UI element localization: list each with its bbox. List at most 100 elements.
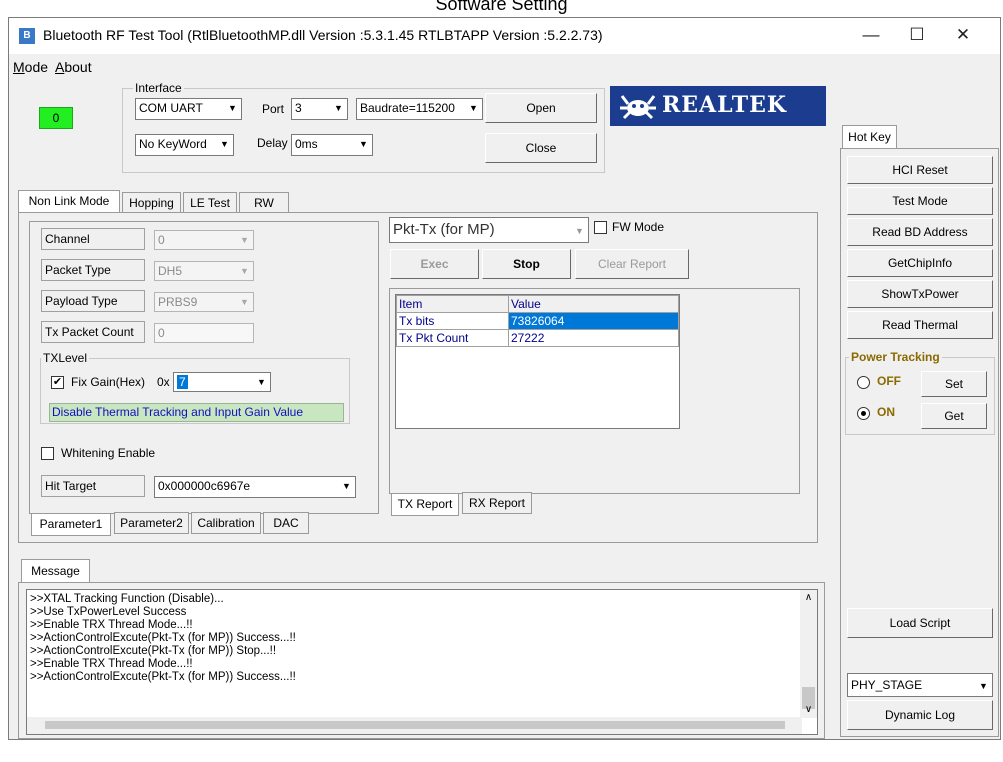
power-tracking-off-radio[interactable]	[857, 376, 870, 389]
tab-dac[interactable]: DAC	[263, 512, 309, 534]
hit-target-label: Hit Target	[41, 475, 145, 497]
clear-report-button[interactable]: Clear Report	[575, 249, 689, 279]
stage-value: PHY_STAGE	[851, 678, 923, 692]
close-window-button[interactable]: ✕	[940, 18, 986, 52]
dynamic-log-button[interactable]: Dynamic Log	[847, 700, 993, 730]
payload-type-select[interactable]: PRBS9 ▼	[154, 292, 254, 312]
message-log[interactable]: >>XTAL Tracking Function (Disable)... >>…	[26, 589, 818, 735]
fix-gain-label: Fix Gain(Hex)	[71, 375, 146, 389]
tab-parameter2[interactable]: Parameter2	[114, 512, 189, 534]
menu-mode[interactable]: Mode	[13, 59, 48, 75]
chevron-down-icon: ▼	[334, 103, 343, 113]
stage-select[interactable]: PHY_STAGE ▼	[847, 673, 993, 697]
hci-reset-button[interactable]: HCI Reset	[847, 156, 993, 184]
show-tx-power-button[interactable]: ShowTxPower	[847, 280, 993, 308]
tab-calibration[interactable]: Calibration	[191, 512, 261, 534]
tx-mode-value: Pkt-Tx (for MP)	[393, 221, 495, 238]
txlevel-group-title: TXLevel	[41, 351, 90, 365]
tab-le-test[interactable]: LE Test	[183, 192, 237, 212]
port-number-select[interactable]: 3 ▼	[291, 98, 348, 120]
log-line: >>ActionControlExcute(Pkt-Tx (for MP)) S…	[30, 632, 296, 644]
power-tracking-set-button[interactable]: Set	[921, 371, 987, 397]
fix-gain-prefix: 0x	[157, 375, 170, 389]
tx-mode-select[interactable]: Pkt-Tx (for MP) ▼	[389, 217, 589, 243]
packet-type-value: DH5	[158, 264, 183, 278]
h-scrollbar-thumb[interactable]	[45, 721, 785, 729]
tab-rw[interactable]: RW	[239, 192, 289, 212]
power-tracking-title: Power Tracking	[849, 350, 942, 364]
chevron-down-icon: ▼	[240, 297, 249, 307]
load-script-button[interactable]: Load Script	[847, 608, 993, 638]
channel-select[interactable]: 0 ▼	[154, 230, 254, 250]
chevron-down-icon: ▼	[240, 235, 249, 245]
keyword-value: No KeyWord	[139, 137, 207, 151]
tab-non-link-mode[interactable]: Non Link Mode	[18, 190, 120, 212]
table-header-row: Item Value	[396, 295, 679, 313]
tab-parameter1[interactable]: Parameter1	[31, 514, 111, 536]
chevron-down-icon: ▼	[979, 681, 988, 691]
message-horizontal-scrollbar[interactable]	[27, 717, 802, 734]
baudrate-select[interactable]: Baudrate=115200 ▼	[356, 98, 483, 120]
log-line: >>XTAL Tracking Function (Disable)...	[30, 593, 224, 605]
window-title: Bluetooth RF Test Tool (RtlBluetoothMP.d…	[43, 27, 603, 43]
port-type-value: COM UART	[139, 101, 203, 115]
maximize-button[interactable]: ☐	[894, 18, 940, 52]
power-tracking-get-button[interactable]: Get	[921, 403, 987, 429]
get-chip-info-button[interactable]: GetChipInfo	[847, 249, 993, 277]
tx-report-table: Item Value Tx bits 73826064 Tx Pkt Count…	[396, 295, 679, 347]
keyword-select[interactable]: No KeyWord ▼	[135, 134, 234, 156]
port-label: Port	[262, 102, 285, 116]
tab-rx-report[interactable]: RX Report	[462, 492, 532, 514]
table-row[interactable]: Tx bits 73826064	[396, 312, 679, 330]
app-icon: B	[19, 28, 35, 44]
title-bar[interactable]: B Bluetooth RF Test Tool (RtlBluetoothMP…	[9, 18, 1000, 54]
read-thermal-button[interactable]: Read Thermal	[847, 311, 993, 339]
exec-button[interactable]: Exec	[390, 249, 479, 279]
tab-message[interactable]: Message	[21, 559, 90, 583]
row-item: Tx Pkt Count	[396, 329, 509, 347]
payload-type-value: PRBS9	[158, 295, 198, 309]
chevron-down-icon: ▼	[469, 103, 478, 113]
page-caption: Software Setting	[435, 0, 568, 14]
channel-value: 0	[158, 233, 165, 247]
fw-mode-checkbox[interactable]	[594, 221, 607, 234]
packet-type-select[interactable]: DH5 ▼	[154, 261, 254, 281]
stop-button[interactable]: Stop	[482, 249, 571, 279]
test-mode-button[interactable]: Test Mode	[847, 187, 993, 215]
row-item: Tx bits	[396, 312, 509, 330]
power-tracking-on-radio[interactable]	[857, 407, 870, 420]
fix-gain-select[interactable]: 7 ▼	[173, 372, 271, 392]
close-button[interactable]: Close	[485, 133, 597, 163]
delay-value: 0ms	[295, 137, 318, 151]
chevron-down-icon: ▼	[257, 377, 266, 387]
delay-select[interactable]: 0ms ▼	[291, 134, 373, 156]
tx-packet-count-input[interactable]: 0	[154, 323, 254, 343]
column-header-value: Value	[508, 295, 679, 313]
log-line: >>ActionControlExcute(Pkt-Tx (for MP)) S…	[30, 645, 277, 657]
fix-gain-checkbox[interactable]: ✔	[51, 376, 64, 389]
scroll-down-icon[interactable]: ∨	[800, 704, 817, 715]
table-row[interactable]: Tx Pkt Count 27222	[396, 329, 679, 347]
menu-about[interactable]: About	[55, 59, 92, 75]
payload-type-label: Payload Type	[41, 290, 145, 312]
message-vertical-scrollbar[interactable]: ∧ ∨	[800, 590, 817, 718]
read-bd-address-button[interactable]: Read BD Address	[847, 218, 993, 246]
chevron-down-icon: ▼	[240, 266, 249, 276]
minimize-button[interactable]: —	[848, 18, 894, 52]
port-number-value: 3	[295, 101, 302, 115]
port-type-select[interactable]: COM UART ▼	[135, 98, 242, 120]
tab-tx-report[interactable]: TX Report	[391, 494, 459, 516]
log-line: >>ActionControlExcute(Pkt-Tx (for MP)) S…	[30, 671, 296, 683]
scroll-up-icon[interactable]: ∧	[800, 592, 817, 603]
hit-target-value: 0x000000c6967e	[158, 479, 251, 493]
tab-hopping[interactable]: Hopping	[122, 192, 181, 212]
chevron-down-icon: ▼	[220, 139, 229, 149]
whitening-checkbox[interactable]	[41, 447, 54, 460]
whitening-label: Whitening Enable	[61, 446, 156, 460]
packet-type-label: Packet Type	[41, 259, 145, 281]
fix-gain-value: 7	[177, 375, 188, 389]
hit-target-select[interactable]: 0x000000c6967e ▼	[154, 476, 356, 498]
tab-hot-key[interactable]: Hot Key	[842, 125, 897, 149]
open-button[interactable]: Open	[485, 93, 597, 123]
fw-mode-label: FW Mode	[612, 220, 665, 234]
